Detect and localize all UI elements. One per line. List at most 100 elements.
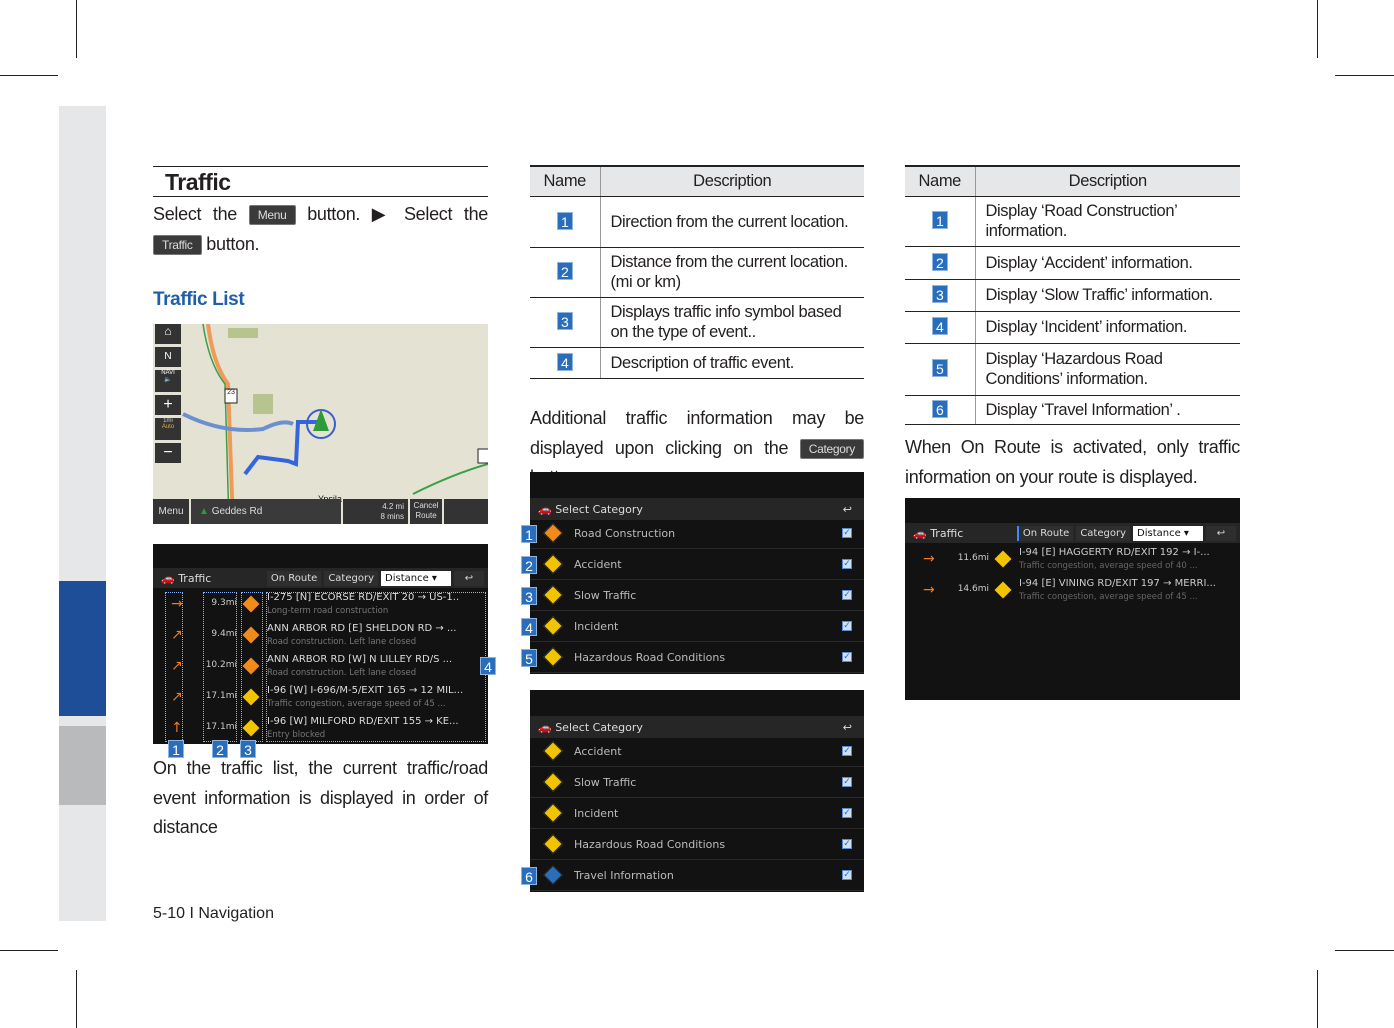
category-checkbox[interactable]: ✓ <box>842 621 852 631</box>
category-item[interactable]: Road Construction ✓ <box>530 518 864 549</box>
table-row: 3 Displays traffic info symbol based on t… <box>530 297 864 348</box>
name-cell: 3 <box>530 297 601 348</box>
category-button-image: Category <box>799 438 864 459</box>
category-item[interactable]: Hazardous Road Conditions ✓ <box>530 642 864 673</box>
category-label: Incident <box>574 619 619 633</box>
menu-button[interactable]: Menu <box>153 499 189 524</box>
category-checkbox[interactable]: ✓ <box>842 839 852 849</box>
col-header-description: Description <box>600 165 864 197</box>
description-cell: Display ‘Slow Traffic’ information. <box>975 279 1240 312</box>
callout-table-2: Name Description 1 Display ‘Road Construct… <box>905 165 1240 425</box>
scale-auto-button[interactable]: 1mi Auto <box>155 418 181 440</box>
subsection-title: Traffic List <box>153 289 245 310</box>
current-road: ▲ Geddes Rd <box>191 499 341 524</box>
home-icon[interactable]: ⌂ <box>155 324 181 344</box>
back-icon[interactable]: ↩ <box>1206 525 1236 541</box>
category-checkbox[interactable]: ✓ <box>842 528 852 538</box>
cancel-route-button[interactable]: Cancel Route <box>410 499 442 524</box>
category-item[interactable]: Incident ✓ <box>530 611 864 642</box>
callout-badge: 5 <box>521 649 537 667</box>
category-icon <box>543 741 563 761</box>
menu-button-image: Menu <box>248 205 296 226</box>
back-icon[interactable]: ↩ <box>843 721 852 734</box>
name-cell: 4 <box>905 311 976 344</box>
category-checkbox[interactable]: ✓ <box>842 870 852 880</box>
table-row: 4 Description of traffic event. <box>530 347 864 379</box>
category-item[interactable]: Incident ✓ <box>530 798 864 829</box>
name-cell: 2 <box>905 246 976 280</box>
crop-mark <box>1335 950 1394 951</box>
category-checkbox[interactable]: ✓ <box>842 559 852 569</box>
callout-dotted-box <box>203 592 237 742</box>
direction-arrow-icon: → <box>923 551 935 567</box>
side-tab-active <box>59 581 106 716</box>
description-cell: Displays traffic info symbol based on th… <box>600 297 864 348</box>
callout-badge: 6 <box>521 867 537 885</box>
category-item[interactable]: Accident ✓ <box>530 549 864 580</box>
compass-north-button[interactable]: N <box>155 347 181 367</box>
description-cell: Display ‘Accident’ information. <box>975 246 1240 280</box>
category-item[interactable]: Slow Traffic ✓ <box>530 767 864 798</box>
category-label: Accident <box>574 557 622 571</box>
callout-badge: 4 <box>931 317 948 335</box>
traffic-list-row[interactable]: → 11.6mi I-94 [E] HAGGERTY RD/EXIT 192 →… <box>905 545 1240 576</box>
position-icon: ▲ <box>199 506 209 517</box>
navi-volume-button[interactable]: NAVI 🔈 <box>155 370 181 392</box>
callout-badge: 3 <box>556 312 573 330</box>
traffic-list-header: 🚗 Traffic On Route Category Distance ▾ ↩ <box>153 568 488 588</box>
on-route-button[interactable]: On Route <box>1016 525 1074 541</box>
category-item[interactable]: Slow Traffic ✓ <box>530 580 864 611</box>
category-button[interactable]: Category <box>1076 525 1130 541</box>
map-bottom-bar: Menu ▲ Geddes Rd 4.2 mi 8 mins Cancel Rou… <box>153 499 488 524</box>
callout-badge: 3 <box>931 285 948 303</box>
category-icon <box>543 554 563 574</box>
category-label: Hazardous Road Conditions <box>574 837 726 851</box>
select-category-header: 🚗 Select Category ↩ <box>530 498 864 520</box>
back-icon[interactable]: ↩ <box>454 570 484 586</box>
select-category-title: Select Category <box>555 502 643 516</box>
sort-dropdown[interactable]: Distance ▾ <box>1133 525 1203 541</box>
category-button[interactable]: Category <box>324 570 378 586</box>
back-icon[interactable]: ↩ <box>843 503 852 516</box>
section-header: Traffic <box>153 166 488 197</box>
route-distance: 4.2 mi <box>382 502 404 511</box>
category-checkbox[interactable]: ✓ <box>842 777 852 787</box>
select-category-title: Select Category <box>555 720 643 734</box>
sort-dropdown[interactable]: Distance ▾ <box>381 570 451 586</box>
description-cell: Distance from the current location. (mi … <box>600 247 864 298</box>
col-header-name: Name <box>530 165 601 197</box>
category-checkbox[interactable]: ✓ <box>842 808 852 818</box>
map-options-button[interactable] <box>444 499 488 524</box>
intro-text-1: Select the <box>153 204 238 224</box>
category-checkbox[interactable]: ✓ <box>842 746 852 756</box>
category-item[interactable]: Hazardous Road Conditions ✓ <box>530 829 864 860</box>
road-name: Geddes Rd <box>211 506 263 517</box>
category-icon <box>543 772 563 792</box>
name-cell: 3 <box>905 279 976 312</box>
category-checkbox[interactable]: ✓ <box>842 652 852 662</box>
zoom-in-button[interactable]: + <box>155 395 181 415</box>
intro-text-3: button. <box>206 233 260 254</box>
table-row: 3 Display ‘Slow Traffic’ information. <box>905 279 1240 312</box>
category-checkbox[interactable]: ✓ <box>842 590 852 600</box>
table-row: 2 Distance from the current location. (mi… <box>530 247 864 298</box>
on-route-button[interactable]: On Route <box>266 570 322 586</box>
traffic-car-icon: 🚗 <box>538 502 552 516</box>
callout-badge: 6 <box>931 399 948 418</box>
callout-dotted-box <box>266 592 486 742</box>
zoom-out-button[interactable]: − <box>155 443 181 463</box>
traffic-car-icon: 🚗 <box>913 526 927 540</box>
traffic-list-row[interactable]: → 14.6mi I-94 [E] VINING RD/EXIT 197 → M… <box>905 576 1240 607</box>
callout-badge: 2 <box>521 556 537 574</box>
callout-badge: 1 <box>556 211 573 230</box>
map-screenshot: ⌂ N NAVI🔈 + 1miAuto − Ypsila 23 Menu ▲ G… <box>153 324 488 524</box>
category-item[interactable]: Accident ✓ <box>530 736 864 767</box>
category-label: Accident <box>574 744 622 758</box>
traffic-car-icon: 🚗 <box>161 571 175 585</box>
map-controls: ⌂ N NAVI 🔈 + 1mi Auto − <box>155 324 181 474</box>
sort-value: Distance <box>1137 527 1181 539</box>
category-item[interactable]: Travel Information ✓ <box>530 860 864 891</box>
select-category-screenshot-2: 🚗 Select Category ↩ Accident ✓ Slow Traffic ✓… <box>530 690 864 892</box>
crop-mark <box>1335 75 1394 76</box>
select-category-header: 🚗 Select Category ↩ <box>530 716 864 738</box>
